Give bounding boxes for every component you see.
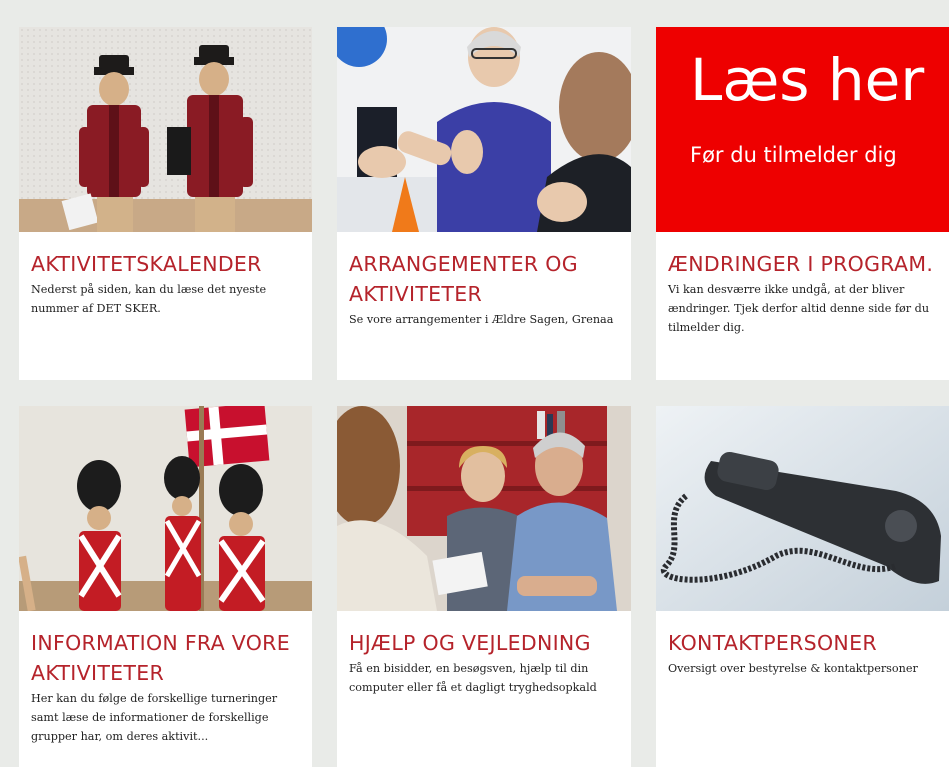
card-hjaelp[interactable]: HJÆLP OG VEJLEDNING Få en bisidder, en b… [337, 406, 631, 767]
card-description: Her kan du følge de forskellige turnerin… [31, 692, 278, 743]
card-title[interactable]: AKTIVITETSKALENDER [31, 249, 304, 279]
card-title[interactable]: INFORMATION FRA VORE AKTIVITETER [31, 628, 304, 688]
card-description: Se vore arrangementer i Ældre Sagen, Gre… [349, 313, 614, 326]
card-description: Nederst på siden, kan du læse det nyeste… [31, 283, 267, 315]
card-title[interactable]: ARRANGEMENTER OG AKTIVITETER [349, 249, 623, 309]
card-image-toy-postmen[interactable] [19, 27, 312, 232]
card-description: Oversigt over bestyrelse & kontaktperson… [668, 662, 918, 675]
card-arrangementer[interactable]: ARRANGEMENTER OG AKTIVITETER Se vore arr… [337, 27, 631, 380]
card-aktivitetskalender[interactable]: AKTIVITETSKALENDER Nederst på siden, kan… [19, 27, 312, 380]
card-title[interactable]: KONTAKTPERSONER [668, 628, 941, 658]
card-description: Få en bisidder, en besøgsven, hjælp til … [349, 662, 597, 694]
card-information[interactable]: INFORMATION FRA VORE AKTIVITETER Her kan… [19, 406, 312, 767]
card-title[interactable]: HJÆLP OG VEJLEDNING [349, 628, 623, 658]
card-image-red-notice[interactable]: Læs her Før du tilmelder dig [656, 27, 949, 232]
card-kontaktpersoner[interactable]: KONTAKTPERSONER Oversigt over bestyrelse… [656, 406, 949, 767]
card-title[interactable]: ÆNDRINGER I PROGRAM. [668, 249, 941, 279]
card-description: Vi kan desværre ikke undgå, at der blive… [668, 283, 930, 334]
card-image-senior-woman[interactable] [337, 27, 631, 232]
card-image-telephone[interactable] [656, 406, 949, 611]
card-grid: AKTIVITETSKALENDER Nederst på siden, kan… [0, 0, 949, 767]
card-aendringer[interactable]: Læs her Før du tilmelder dig ÆNDRINGER I… [656, 27, 949, 380]
notice-heading: Læs her [690, 46, 924, 114]
card-image-toy-guards[interactable] [19, 406, 312, 611]
notice-subheading: Før du tilmelder dig [690, 143, 897, 167]
card-image-consultation[interactable] [337, 406, 631, 611]
